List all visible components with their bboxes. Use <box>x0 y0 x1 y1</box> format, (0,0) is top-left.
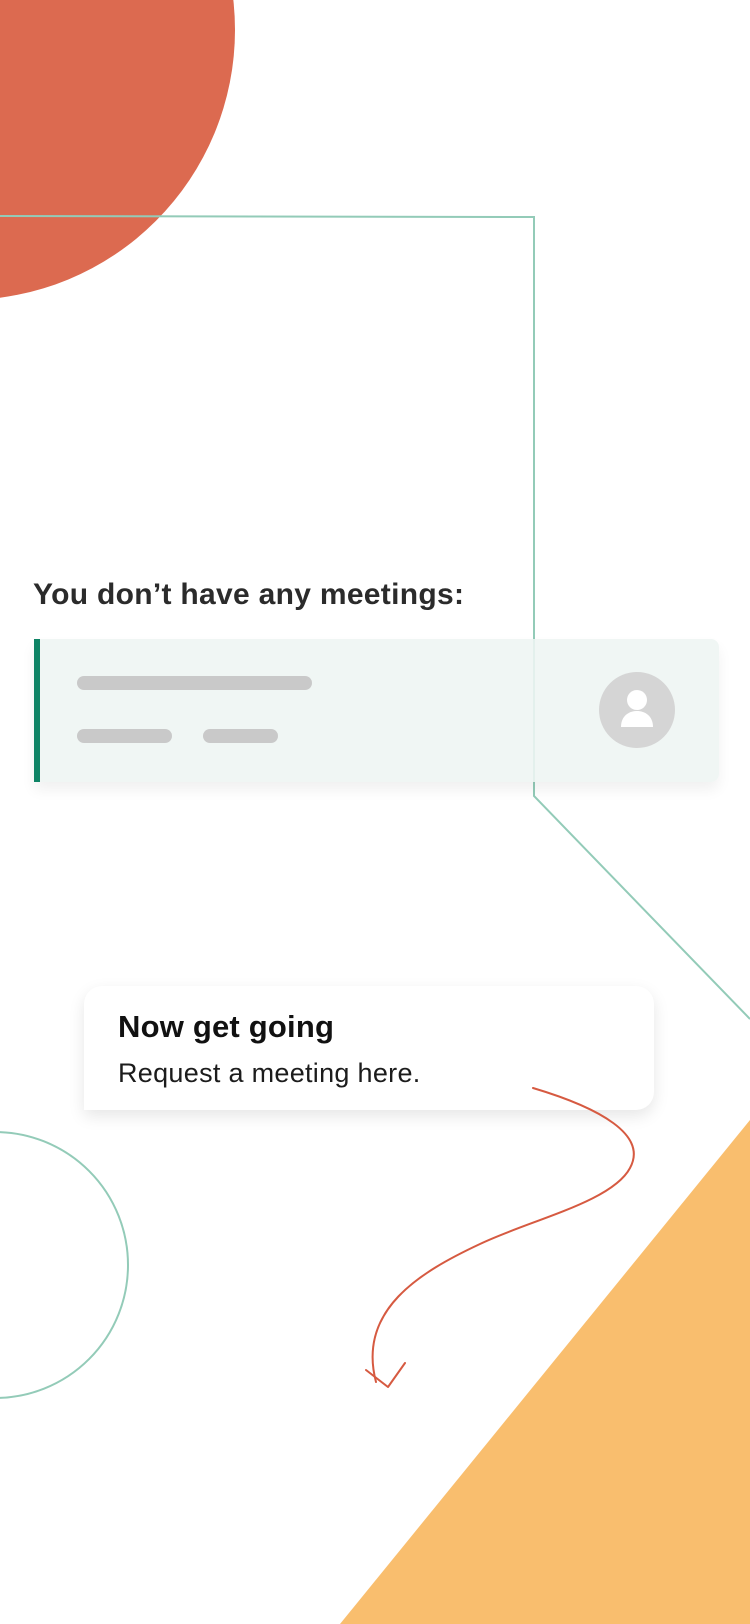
onboarding-tooltip: Now get going Request a meeting here. <box>84 986 654 1110</box>
tooltip-title: Now get going <box>118 1009 335 1044</box>
empty-state-heading: You don’t have any meetings: <box>33 578 465 611</box>
coral-circle-shape <box>0 0 235 298</box>
skeleton-date-line <box>77 729 172 743</box>
background-decoration <box>0 0 750 1624</box>
tooltip-body: Request a meeting here. <box>118 1058 421 1088</box>
avatar <box>599 672 675 748</box>
placeholder-meeting-card <box>34 639 719 782</box>
green-outline-circle <box>0 1131 129 1399</box>
skeleton-title-line <box>77 676 312 690</box>
amber-triangle-shape <box>340 1120 750 1624</box>
green-outline-bracket <box>0 215 750 1020</box>
skeleton-time-line <box>203 729 278 743</box>
person-icon <box>621 690 653 727</box>
